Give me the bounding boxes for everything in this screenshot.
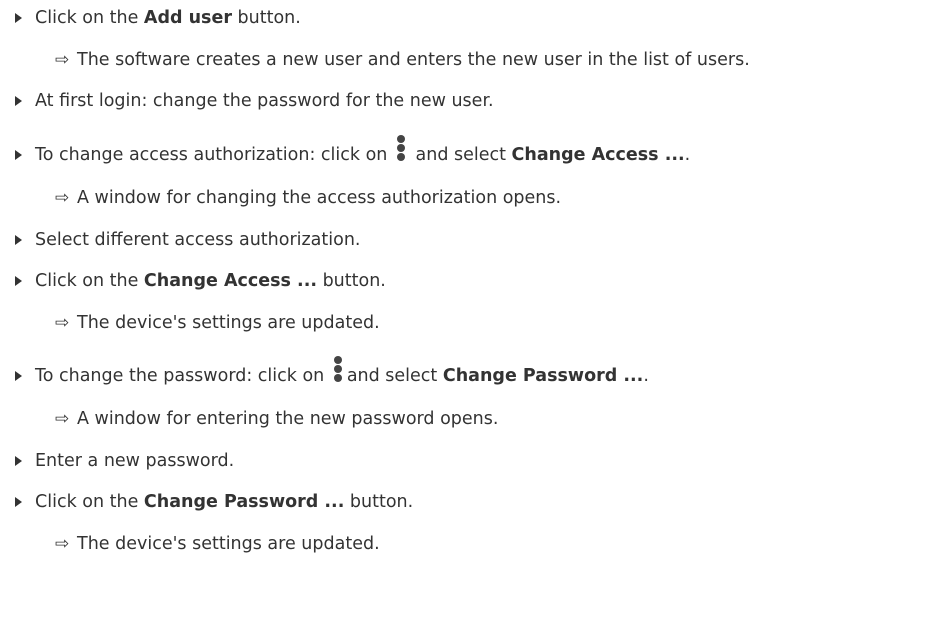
kebab-menu-icon — [396, 135, 406, 167]
kebab-menu-icon — [333, 356, 343, 388]
result-arrow-icon: ⇨ — [55, 50, 70, 70]
bullet-triangle-icon — [15, 13, 22, 23]
bullet-triangle-icon — [15, 371, 22, 381]
step-text: Click on the Add user button. — [35, 8, 301, 28]
bullet-triangle-icon — [15, 235, 22, 245]
step-text-post: button. — [231, 8, 301, 28]
step-text-pre: To change access authorization: click on — [35, 145, 393, 165]
result-arrow-icon: ⇨ — [55, 313, 70, 333]
step-text-post: . — [684, 145, 691, 165]
result-text: The software creates a new user and ente… — [77, 50, 750, 70]
step-text-bold: Change Access ... — [511, 145, 685, 165]
instruction-result: ⇨ The device's settings are updated. — [55, 532, 380, 556]
step-text-mid: and select — [409, 145, 512, 165]
step-text: Click on the Change Password ... button. — [35, 492, 413, 512]
instruction-result: ⇨ The device's settings are updated. — [55, 311, 380, 335]
step-text: Select different access authorization. — [35, 230, 361, 250]
instruction-step: Select different access authorization. — [15, 228, 361, 252]
instruction-step: Click on the Change Password ... button. — [15, 490, 413, 514]
result-text: The device's settings are updated. — [77, 313, 380, 333]
step-text-pre: To change the password: click on — [35, 366, 330, 386]
step-text-mid: and select — [346, 366, 443, 386]
instruction-result: ⇨ A window for entering the new password … — [55, 407, 498, 431]
bullet-triangle-icon — [15, 96, 22, 106]
result-text: A window for changing the access authori… — [77, 188, 562, 208]
instruction-step: To change access authorization: click on… — [15, 135, 691, 167]
instruction-document: Click on the Add user button. ⇨ The softw… — [0, 0, 939, 632]
result-text: A window for entering the new password o… — [77, 409, 499, 429]
instruction-result: ⇨ The software creates a new user and ent… — [55, 48, 750, 72]
step-text-pre: Click on the — [35, 8, 144, 28]
instruction-result: ⇨ A window for changing the access author… — [55, 186, 561, 210]
bullet-triangle-icon — [15, 497, 22, 507]
step-text: To change access authorization: click on… — [35, 135, 691, 167]
instruction-step: Click on the Change Access ... button. — [15, 269, 386, 293]
step-text-post: button. — [344, 492, 414, 512]
step-text-bold: Change Password ... — [442, 366, 644, 386]
step-text: At first login: change the password for … — [35, 91, 494, 111]
step-text-post: . — [643, 366, 649, 386]
step-text-bold: Add user — [143, 8, 232, 28]
result-arrow-icon: ⇨ — [55, 409, 70, 429]
step-text: To change the password: click on and sel… — [35, 356, 649, 388]
result-arrow-icon: ⇨ — [55, 534, 70, 554]
instruction-step: At first login: change the password for … — [15, 89, 494, 113]
result-arrow-icon: ⇨ — [55, 188, 70, 208]
step-text-pre: Click on the — [35, 271, 144, 291]
step-text-pre: Click on the — [35, 492, 144, 512]
step-text: Click on the Change Access ... button. — [35, 271, 386, 291]
step-text-post: button. — [317, 271, 386, 291]
bullet-triangle-icon — [15, 150, 22, 160]
instruction-step: To change the password: click on and sel… — [15, 356, 649, 388]
result-text: The device's settings are updated. — [77, 534, 380, 554]
step-text-bold: Change Password ... — [143, 492, 345, 512]
step-text: Enter a new password. — [35, 451, 235, 471]
instruction-step: Enter a new password. — [15, 449, 234, 473]
bullet-triangle-icon — [15, 276, 22, 286]
bullet-triangle-icon — [15, 456, 22, 466]
instruction-step: Click on the Add user button. — [15, 6, 301, 30]
step-text-bold: Change Access ... — [143, 271, 317, 291]
